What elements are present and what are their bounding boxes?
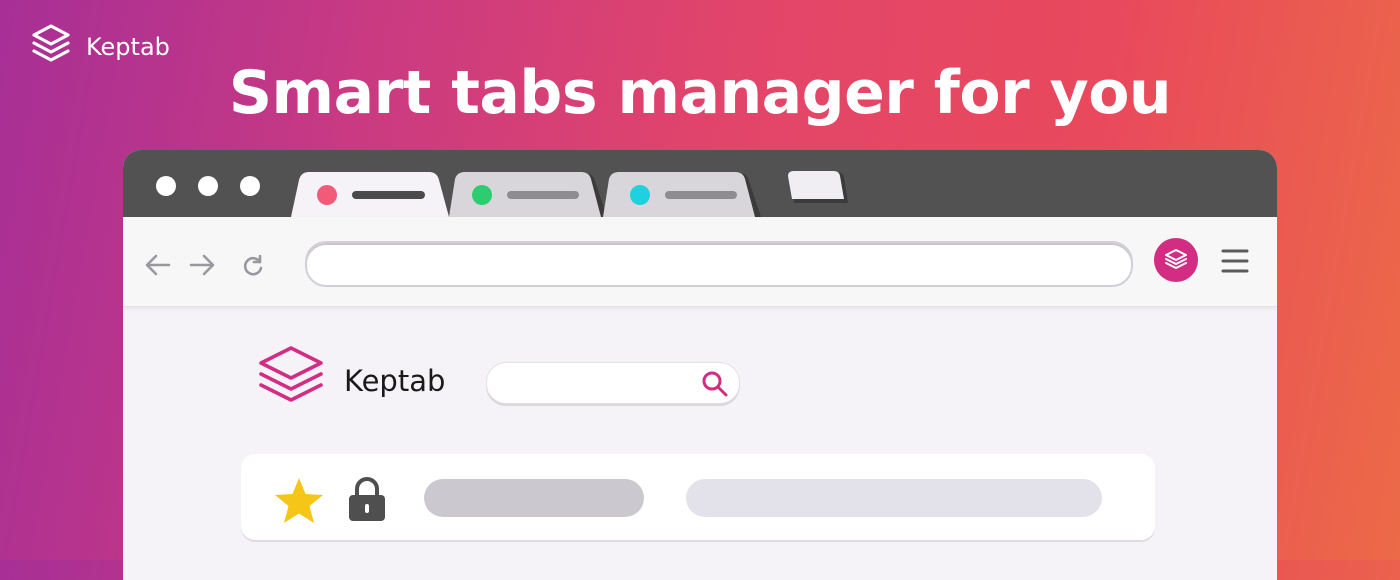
tab-dot — [472, 185, 492, 205]
keptab-logo-icon — [257, 344, 325, 416]
tab-2[interactable] — [449, 171, 609, 217]
hamburger-menu-icon[interactable] — [1221, 248, 1249, 278]
search-input[interactable] — [486, 362, 740, 404]
tab-dot — [630, 185, 650, 205]
list-item[interactable] — [241, 454, 1155, 540]
tab-dot — [317, 185, 337, 205]
star-icon[interactable] — [273, 476, 325, 530]
row-url-placeholder — [686, 479, 1102, 517]
tab-title-placeholder — [665, 191, 737, 199]
tab-title-placeholder — [507, 191, 579, 199]
reload-icon[interactable] — [241, 254, 265, 282]
new-tab-button[interactable] — [788, 171, 852, 217]
browser-toolbar — [123, 217, 1277, 307]
window-control-dot[interactable] — [156, 176, 176, 196]
row-title-placeholder — [424, 479, 644, 517]
window-control-dot[interactable] — [198, 176, 218, 196]
tab-3[interactable] — [603, 171, 763, 217]
tab-1-active[interactable] — [291, 171, 455, 217]
window-control-dot[interactable] — [240, 176, 260, 196]
search-icon[interactable] — [701, 370, 729, 402]
browser-window: Keptab — [123, 150, 1277, 580]
url-bar[interactable] — [305, 241, 1133, 287]
headline: Smart tabs manager for you — [228, 58, 1172, 128]
lock-icon[interactable] — [347, 476, 387, 526]
keptab-extension-icon[interactable] — [1154, 238, 1198, 282]
tab-title-placeholder — [352, 191, 425, 199]
extension-page: Keptab — [123, 307, 1277, 580]
app-title: Keptab — [344, 364, 446, 398]
brand-name: Keptab — [86, 33, 170, 61]
back-arrow-icon[interactable] — [144, 253, 172, 281]
forward-arrow-icon[interactable] — [188, 253, 216, 281]
title-bar — [123, 150, 1277, 217]
